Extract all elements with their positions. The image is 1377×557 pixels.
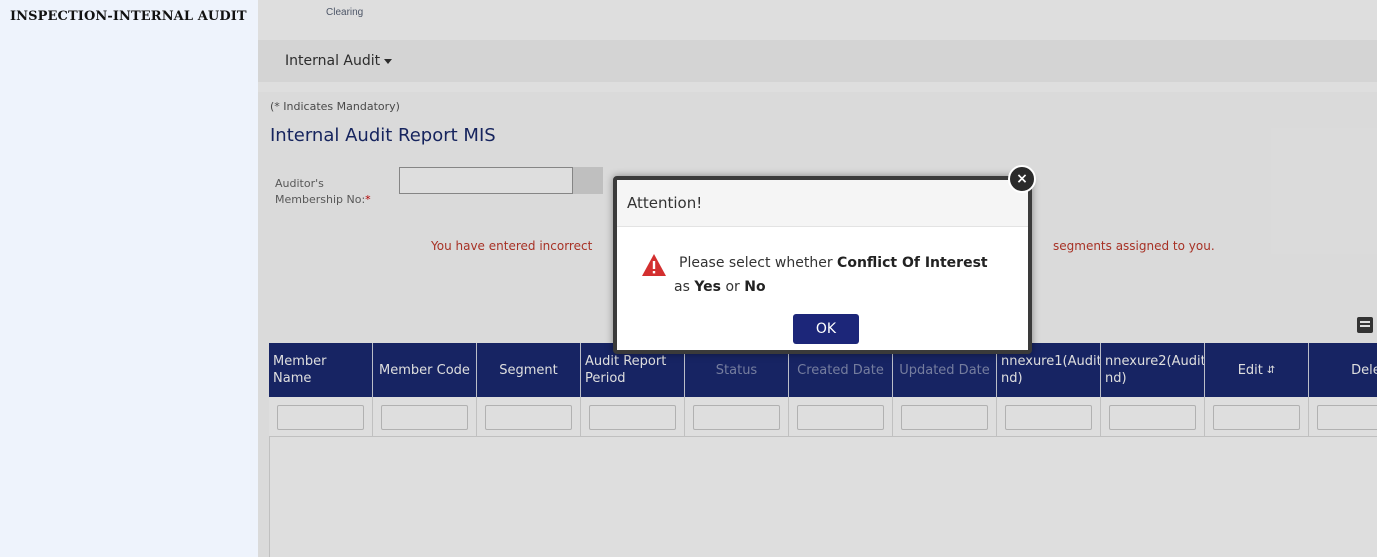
dialog-body: Please select whether Conflict Of Intere…	[617, 227, 1028, 311]
sidebar-title: INSPECTION-INTERNAL AUDIT	[10, 9, 247, 24]
sidebar-panel: INSPECTION-INTERNAL AUDIT	[0, 0, 258, 557]
close-icon[interactable]: ×	[1008, 165, 1036, 193]
dialog-title: Attention!	[617, 180, 1028, 227]
msg-text-prefix: Please select whether	[679, 255, 838, 271]
dialog-message: Please select whether Conflict Of Intere…	[674, 251, 1019, 299]
msg-conflict-of-interest: Conflict Of Interest	[837, 255, 988, 271]
msg-yes: Yes	[694, 279, 722, 295]
msg-no: No	[744, 279, 766, 295]
msg-text-as: as	[674, 279, 695, 295]
ok-button[interactable]: OK	[793, 314, 859, 344]
warning-triangle-icon	[642, 254, 666, 276]
msg-text-or: or	[721, 279, 745, 295]
